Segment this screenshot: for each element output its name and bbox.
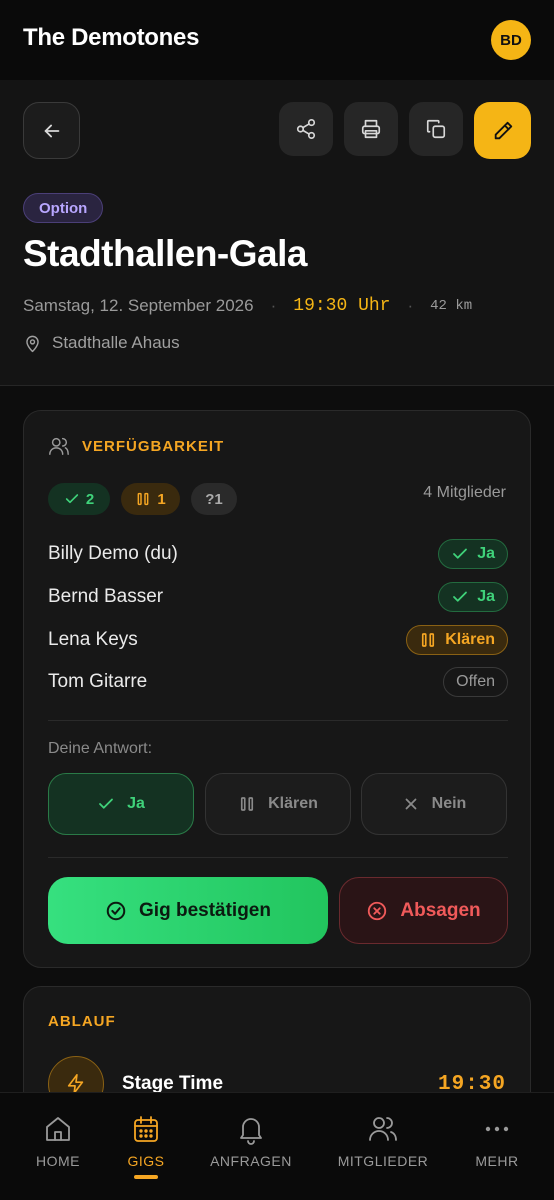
bottom-nav: HOME GIGS ANFRAGEN MITGLIEDER MEHR: [0, 1092, 554, 1200]
member-row: Bernd Basser Ja: [48, 580, 508, 614]
pause-icon: [137, 492, 149, 506]
answer-clarify-button[interactable]: Klären: [205, 773, 351, 835]
arrow-left-icon: [44, 124, 59, 137]
answer-yes-button[interactable]: Ja: [48, 773, 194, 835]
clarify-count: 1: [157, 490, 166, 508]
nav-gigs[interactable]: GIGS: [91, 1093, 201, 1200]
confirm-gig-label: Gig bestätigen: [139, 899, 271, 921]
bell-icon: [240, 1118, 262, 1145]
availability-title: VERFÜGBARKEIT: [82, 437, 225, 455]
member-row: Tom Gitarre Offen: [48, 665, 508, 699]
answer-clarify-label: Klären: [268, 795, 318, 812]
open-count: ?1: [205, 490, 223, 508]
venue-name: Stadthalle Ahaus: [52, 333, 180, 352]
member-count: 4 Mitglieder: [423, 484, 506, 501]
gig-date: Samstag, 12. September 2026: [23, 296, 254, 315]
confirm-gig-button[interactable]: Gig bestätigen: [48, 877, 328, 944]
top-bar: The Demotones BD: [0, 0, 554, 80]
answer-label: Deine Antwort:: [48, 740, 153, 757]
answer-yes-label: Ja: [127, 795, 145, 812]
users-icon: [369, 1117, 397, 1141]
clarify-count-badge: 1: [121, 483, 180, 515]
member-name: Billy Demo (du): [48, 543, 178, 564]
pause-icon: [422, 633, 435, 647]
map-pin-icon: [26, 335, 39, 352]
check-icon: [453, 548, 468, 559]
member-name: Lena Keys: [48, 629, 138, 650]
avatar[interactable]: BD: [491, 20, 531, 60]
status-label: Offen: [456, 673, 495, 690]
nav-label: HOME: [36, 1153, 80, 1169]
share-icon: [296, 119, 316, 139]
printer-icon: [361, 119, 381, 139]
status-badge: Ja: [438, 582, 508, 612]
yes-count-badge: 2: [48, 483, 110, 515]
copy-icon: [426, 119, 446, 139]
gig-venue[interactable]: Stadthalle Ahaus: [23, 333, 180, 353]
pause-icon: [241, 797, 254, 811]
divider: [48, 857, 508, 858]
nav-members[interactable]: MITGLIEDER: [328, 1093, 438, 1200]
x-circle-icon: [368, 901, 387, 920]
member-row: Lena Keys Klären: [48, 623, 508, 657]
open-count-badge: ?1: [191, 483, 237, 515]
edit-button[interactable]: [474, 102, 531, 159]
nav-label: ANFRAGEN: [210, 1153, 292, 1169]
availability-card: VERFÜGBARKEIT 2 1 ?1 4 Mitglieder Billy …: [23, 410, 531, 968]
gig-meta: Samstag, 12. September 2026 · 19:30 Uhr …: [23, 296, 472, 316]
member-name: Bernd Basser: [48, 586, 164, 607]
share-button[interactable]: [279, 102, 333, 156]
schedule-title: ABLAUF: [48, 1013, 116, 1030]
check-circle-icon: [106, 901, 126, 920]
x-icon: [405, 798, 417, 810]
separator: ·: [270, 296, 277, 315]
gig-distance: 42 km: [430, 298, 473, 314]
status-badge: Ja: [438, 539, 508, 569]
back-button[interactable]: [23, 102, 80, 159]
calendar-icon: [134, 1116, 158, 1142]
availability-header: VERFÜGBARKEIT: [48, 435, 224, 457]
check-icon: [453, 591, 468, 602]
active-indicator: [134, 1175, 158, 1179]
more-icon: [485, 1126, 509, 1132]
status-label: Ja: [477, 545, 495, 562]
pencil-icon: [494, 121, 512, 139]
nav-requests[interactable]: ANFRAGEN: [196, 1093, 306, 1200]
nav-label: GIGS: [127, 1153, 165, 1169]
member-name: Tom Gitarre: [48, 671, 148, 692]
member-row: Billy Demo (du) Ja: [48, 537, 508, 571]
yes-count: 2: [85, 490, 95, 508]
home-icon: [46, 1117, 70, 1141]
cancel-gig-button[interactable]: Absagen: [339, 877, 508, 944]
users-icon: [49, 437, 69, 455]
print-button[interactable]: [344, 102, 398, 156]
answer-no-label: Nein: [431, 795, 467, 812]
check-icon: [99, 798, 113, 809]
nav-more[interactable]: MEHR: [442, 1093, 552, 1200]
duplicate-button[interactable]: [409, 102, 463, 156]
status-badge: Klären: [406, 625, 508, 655]
status-label: Ja: [477, 588, 495, 605]
nav-label: MITGLIEDER: [337, 1153, 429, 1169]
app-title: The Demotones: [23, 24, 200, 51]
nav-label: MEHR: [475, 1153, 519, 1169]
status-badge: Offen: [443, 667, 508, 697]
status-label: Klären: [445, 631, 495, 648]
divider: [48, 720, 508, 721]
gig-time: 19:30 Uhr: [293, 296, 391, 316]
check-icon: [65, 494, 78, 504]
status-badge: Option: [23, 193, 104, 223]
separator: ·: [407, 296, 414, 315]
answer-no-button[interactable]: Nein: [361, 773, 507, 835]
cancel-gig-label: Absagen: [400, 899, 481, 921]
page-title: Stadthallen-Gala: [23, 233, 307, 274]
